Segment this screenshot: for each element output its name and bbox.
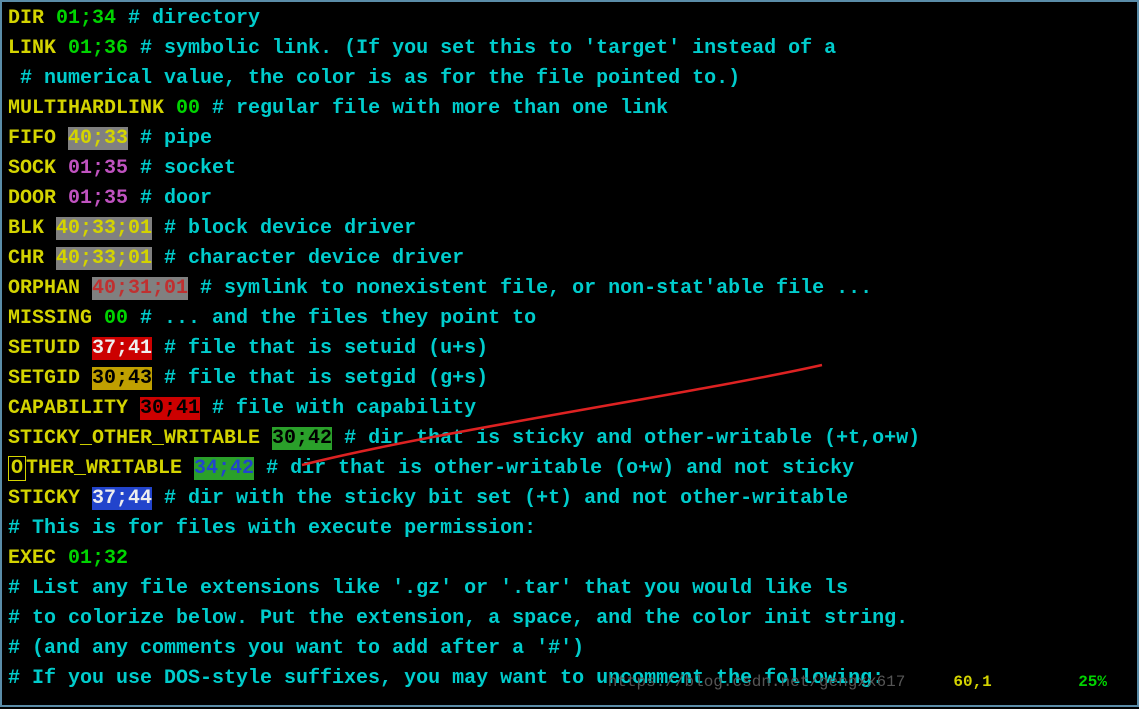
text-segment: # socket [128,157,236,180]
text-segment: EXEC [8,547,68,570]
terminal-line: # This is for files with execute permiss… [8,514,1131,544]
text-segment: 37;44 [92,487,152,510]
terminal-line: STICKY_OTHER_WRITABLE 30;42 # dir that i… [8,424,1131,454]
text-segment: MULTIHARDLINK [8,97,176,120]
terminal-line: FIFO 40;33 # pipe [8,124,1131,154]
terminal-line: # to colorize below. Put the extension, … [8,604,1131,634]
terminal-line: DOOR 01;35 # door [8,184,1131,214]
text-segment: # This is for files with execute permiss… [8,517,536,540]
terminal-line: SETGID 30;43 # file that is setgid (g+s) [8,364,1131,394]
terminal-line: CHR 40;33;01 # character device driver [8,244,1131,274]
text-segment: SOCK [8,157,68,180]
text-segment: FIFO [8,127,68,150]
text-segment: # dir that is sticky and other-writable … [332,427,920,450]
text-segment: STICKY [8,487,92,510]
terminal-line: SOCK 01;35 # socket [8,154,1131,184]
text-segment: 40;33;01 [56,247,152,270]
text-segment: 01;34 [56,7,116,30]
text-segment: 40;33 [68,127,128,150]
text-segment: 30;43 [92,367,152,390]
text-segment: # file that is setuid (u+s) [152,337,488,360]
text-segment: 30;41 [140,397,200,420]
terminal-line: # (and any comments you want to add afte… [8,634,1131,664]
terminal-line: MISSING 00 # ... and the files they poin… [8,304,1131,334]
terminal-line: BLK 40;33;01 # block device driver [8,214,1131,244]
text-segment: # symbolic link. (If you set this to 'ta… [128,37,836,60]
text-segment: # file that is setgid (g+s) [152,367,488,390]
terminal-line: EXEC 01;32 [8,544,1131,574]
text-segment: # file with capability [200,397,476,420]
text-segment: SETGID [8,367,92,390]
text-segment: 37;41 [92,337,152,360]
text-segment: LINK [8,37,68,60]
terminal-line: LINK 01;36 # symbolic link. (If you set … [8,34,1131,64]
text-segment: 40;31;01 [92,277,188,300]
text-segment: 40;33;01 [56,217,152,240]
terminal-line: ORPHAN 40;31;01 # symlink to nonexistent… [8,274,1131,304]
terminal-line: DIR 01;34 # directory [8,4,1131,34]
text-segment: # character device driver [152,247,464,270]
text-segment: # door [128,187,212,210]
text-segment: 01;35 [68,187,128,210]
watermark-overlay: https://blog.csdn.net/gengxx617 60,1 25% [608,667,1107,697]
terminal-line: STICKY 37;44 # dir with the sticky bit s… [8,484,1131,514]
text-segment: CAPABILITY [8,397,140,420]
watermark-text: https://blog.csdn.net/gengxx617 [608,673,906,691]
text-segment: 01;35 [68,157,128,180]
text-segment: 01;36 [68,37,128,60]
status-percent: 25% [1078,673,1107,691]
text-segment: THER_WRITABLE [26,457,194,480]
text-segment: # dir with the sticky bit set (+t) and n… [152,487,848,510]
text-segment: 30;42 [272,427,332,450]
text-segment: # List any file extensions like '.gz' or… [8,577,848,600]
terminal-line: # numerical value, the color is as for t… [8,64,1131,94]
text-segment: # to colorize below. Put the extension, … [8,607,908,630]
terminal-line: MULTIHARDLINK 00 # regular file with mor… [8,94,1131,124]
text-segment: # (and any comments you want to add afte… [8,637,584,660]
terminal-line: # List any file extensions like '.gz' or… [8,574,1131,604]
text-segment: # regular file with more than one link [200,97,668,120]
terminal-line: SETUID 37;41 # file that is setuid (u+s) [8,334,1131,364]
text-segment: 01;32 [68,547,128,570]
text-segment: O [8,456,26,481]
text-segment: DIR [8,7,56,30]
text-segment: 00 [104,307,128,330]
text-segment: # ... and the files they point to [128,307,536,330]
terminal-line: OTHER_WRITABLE 34;42 # dir that is other… [8,454,1131,484]
text-segment: # directory [116,7,260,30]
text-segment: ORPHAN [8,277,92,300]
terminal-line: CAPABILITY 30;41 # file with capability [8,394,1131,424]
text-segment: # numerical value, the color is as for t… [8,67,740,90]
text-segment: 34;42 [194,457,254,480]
text-segment: # block device driver [152,217,416,240]
text-segment: MISSING [8,307,104,330]
text-segment: # dir that is other-writable (o+w) and n… [254,457,854,480]
text-segment: CHR [8,247,56,270]
text-segment: # pipe [128,127,212,150]
text-segment: SETUID [8,337,92,360]
text-segment: DOOR [8,187,68,210]
text-segment: STICKY_OTHER_WRITABLE [8,427,272,450]
text-segment: 00 [176,97,200,120]
text-segment: BLK [8,217,56,240]
status-position: 60,1 [953,673,991,691]
terminal-output: DIR 01;34 # directoryLINK 01;36 # symbol… [8,4,1131,694]
text-segment: # symlink to nonexistent file, or non-st… [188,277,872,300]
